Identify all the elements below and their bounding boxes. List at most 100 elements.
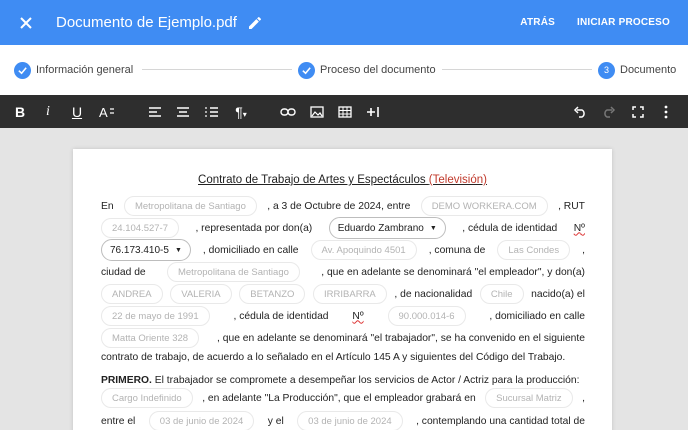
link-icon bbox=[280, 107, 296, 116]
contract-title: Contrato de Trabajo de Artes y Espectácu… bbox=[73, 174, 612, 186]
italic-button[interactable]: i bbox=[38, 95, 58, 128]
text: , comuna de bbox=[428, 244, 486, 256]
start-process-button[interactable]: INICIAR PROCESO bbox=[577, 17, 670, 28]
image-icon bbox=[310, 105, 324, 118]
text: , de nacionalidad bbox=[394, 288, 473, 300]
text: Nº bbox=[352, 310, 364, 322]
stepper: Información general Proceso del document… bbox=[0, 45, 688, 95]
underline-button[interactable]: U bbox=[67, 95, 87, 128]
text: , que en adelante se denominará "el trab… bbox=[217, 332, 585, 344]
text: El trabajador se compromete a desempeñar… bbox=[151, 374, 580, 386]
insert-plus-icon bbox=[367, 106, 379, 117]
align-center-button[interactable] bbox=[173, 95, 193, 128]
text: , a 3 de Octubre de 2024, entre bbox=[267, 200, 411, 212]
table-icon bbox=[338, 105, 352, 118]
contract-line: 76.173.410-5 ▼ , domiciliado en calle Av.… bbox=[101, 239, 585, 261]
back-button[interactable]: ATRÁS bbox=[520, 17, 555, 28]
contract-title-text: Contrato de Trabajo de Artes y Espectácu… bbox=[198, 174, 429, 186]
field-branch[interactable]: Sucursal Matriz bbox=[485, 388, 573, 408]
text: entre el bbox=[101, 415, 136, 427]
app-header: Documento de Ejemplo.pdf ATRÁS INICIAR P… bbox=[0, 0, 688, 45]
step-connector bbox=[442, 69, 592, 70]
field-end-date[interactable]: 03 de junio de 2024 bbox=[297, 411, 403, 430]
text: , representada por don(a) bbox=[195, 222, 313, 234]
field-city[interactable]: Metropolitana de Santiago bbox=[166, 262, 300, 282]
text: , que en adelante se denominará "el empl… bbox=[321, 266, 585, 278]
field-commune[interactable]: Las Condes bbox=[497, 240, 571, 260]
contract-line: Matta Oriente 328 , que en adelante se d… bbox=[101, 328, 585, 348]
image-button[interactable] bbox=[307, 95, 327, 128]
redo-icon bbox=[604, 105, 616, 118]
paragraph-icon: ¶▾ bbox=[235, 103, 247, 120]
numbered-list-button[interactable] bbox=[202, 95, 222, 128]
redo-button[interactable] bbox=[599, 95, 619, 128]
align-left-button[interactable] bbox=[145, 95, 165, 128]
contract-line: entre el 03 de junio de 2024 y el 03 de … bbox=[101, 411, 585, 430]
close-button[interactable] bbox=[16, 13, 36, 33]
undo-icon bbox=[573, 105, 585, 118]
underline-icon: U bbox=[71, 103, 83, 120]
representative-select[interactable]: Eduardo Zambrano ▼ bbox=[328, 217, 446, 239]
field-address[interactable]: Av. Apoquindo 4501 bbox=[310, 240, 417, 260]
insert-button[interactable] bbox=[364, 95, 384, 128]
representative-rut-select[interactable]: 76.173.410-5 ▼ bbox=[101, 239, 191, 261]
field-second-last-name[interactable]: IRRIBARRA bbox=[313, 284, 387, 304]
more-vert-icon bbox=[664, 105, 668, 118]
edit-title-button[interactable] bbox=[247, 15, 263, 31]
bold-button[interactable]: B bbox=[10, 95, 30, 128]
svg-text:A: A bbox=[99, 105, 108, 119]
step-general-info[interactable]: Información general bbox=[14, 61, 134, 79]
text: y el bbox=[267, 415, 284, 427]
align-left-icon bbox=[149, 106, 161, 117]
fullscreen-button[interactable] bbox=[628, 95, 648, 128]
contract-line: En Metropolitana de Santiago , a 3 de Oc… bbox=[101, 196, 585, 216]
table-button[interactable] bbox=[335, 95, 355, 128]
field-company[interactable]: DEMO WORKERA.COM bbox=[420, 196, 548, 216]
field-production[interactable]: Cargo Indefinido bbox=[101, 388, 193, 408]
field-company-rut[interactable]: 24.104.527-7 bbox=[101, 218, 179, 238]
rut-value: 76.173.410-5 bbox=[110, 244, 169, 256]
field-worker-id[interactable]: 90.000.014-6 bbox=[387, 306, 466, 326]
text: , RUT bbox=[558, 200, 585, 212]
field-first-name[interactable]: ANDREA bbox=[101, 284, 163, 304]
check-icon bbox=[298, 61, 315, 79]
field-last-name[interactable]: BETANZO bbox=[239, 284, 306, 304]
document-page[interactable]: Contrato de Trabajo de Artes y Espectácu… bbox=[73, 149, 612, 430]
dropdown-caret-icon: ▼ bbox=[429, 224, 437, 232]
text: , cédula de identidad bbox=[462, 222, 558, 234]
fullscreen-icon bbox=[632, 105, 644, 118]
align-center-icon bbox=[177, 106, 189, 117]
representative-value: Eduardo Zambrano bbox=[337, 222, 424, 234]
font-size-button[interactable]: A bbox=[96, 95, 118, 128]
step-connector bbox=[142, 69, 292, 70]
more-options-button[interactable] bbox=[658, 95, 674, 128]
field-birth-date[interactable]: 22 de mayo de 1991 bbox=[101, 306, 210, 326]
step-label: Información general bbox=[36, 64, 134, 76]
field-start-date[interactable]: 03 de junio de 2024 bbox=[148, 411, 255, 430]
paragraph-button[interactable]: ¶▾ bbox=[230, 95, 252, 128]
contract-line: ANDREA VALERIA BETANZO IRRIBARRA , de na… bbox=[101, 284, 585, 304]
check-icon bbox=[14, 61, 31, 79]
bold-icon: B bbox=[14, 103, 26, 120]
step-document-process[interactable]: Proceso del documento bbox=[298, 61, 436, 79]
numbered-list-icon bbox=[205, 106, 218, 117]
field-middle-name[interactable]: VALERIA bbox=[170, 284, 232, 304]
contract-line: PRIMERO. El trabajador se compromete a d… bbox=[101, 370, 585, 390]
text: , cédula de identidad bbox=[233, 310, 329, 322]
font-size-icon: A bbox=[99, 105, 114, 119]
link-button[interactable] bbox=[278, 95, 298, 128]
field-worker-address[interactable]: Matta Oriente 328 bbox=[101, 328, 200, 348]
undo-button[interactable] bbox=[570, 95, 590, 128]
field-region[interactable]: Metropolitana de Santiago bbox=[123, 196, 257, 216]
contract-line: Cargo Indefinido , en adelante "La Produ… bbox=[101, 388, 585, 408]
text: En bbox=[101, 200, 114, 212]
step-document[interactable]: 3 Documento bbox=[598, 61, 677, 79]
contract-line: 22 de mayo de 1991 , cédula de identidad… bbox=[101, 306, 585, 326]
step-label: Documento bbox=[620, 64, 677, 76]
text: contrato de trabajo, de acuerdo a lo señ… bbox=[101, 351, 566, 363]
dropdown-caret-icon: ▼ bbox=[174, 246, 182, 254]
editor-toolbar: B i U A ¶▾ bbox=[0, 95, 688, 128]
text: , en adelante "La Producción", que el em… bbox=[202, 392, 476, 404]
document-title: Documento de Ejemplo.pdf bbox=[56, 14, 237, 31]
field-nationality[interactable]: Chile bbox=[479, 284, 524, 304]
